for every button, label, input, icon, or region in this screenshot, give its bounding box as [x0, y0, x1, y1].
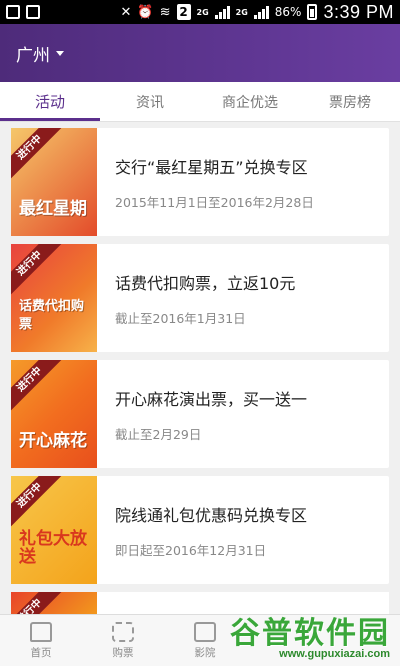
- app-header: 广州: [0, 24, 400, 82]
- clock: 3:39 PM: [323, 1, 394, 22]
- mute-icon: ✕: [120, 4, 132, 20]
- city-selector[interactable]: 广州: [16, 41, 64, 66]
- network-type-b: 2G: [235, 7, 248, 17]
- activity-thumbnail: 进行中 话费代扣购票: [11, 244, 97, 352]
- activity-date: 即日起至2016年12月31日: [115, 542, 267, 558]
- battery-percent: 86%: [274, 5, 302, 19]
- nav-label: 首页: [30, 646, 52, 659]
- signal-icon-a: [214, 5, 230, 19]
- signal-icon-b: [253, 5, 269, 19]
- status-badge: 进行中: [11, 244, 64, 298]
- alarm-icon: ⏰: [137, 4, 154, 20]
- list-item[interactable]: 进行中 最红星期 交行“最红星期五”兑换专区 2015年11月1日至2016年2…: [11, 128, 389, 236]
- status-badge: 进行中: [11, 128, 64, 182]
- thumbnail-caption: 最红星期: [19, 199, 87, 219]
- city-label: 广州: [16, 45, 50, 66]
- notification-icon: [6, 5, 20, 19]
- category-tabs: 活动 资讯 商企优选 票房榜: [0, 82, 400, 122]
- activity-title: 交行“最红星期五”兑换专区: [115, 157, 308, 177]
- wifi-icon: ≋: [159, 4, 171, 20]
- watermark-text: 谷普软件园: [230, 616, 390, 651]
- list-item[interactable]: 进行中 礼包大放送 院线通礼包优惠码兑换专区 即日起至2016年12月31日: [11, 476, 389, 584]
- nav-home[interactable]: 首页: [0, 615, 82, 666]
- list-item[interactable]: 进行中 话费代扣购票 话费代扣购票，立返10元 截止至2016年1月31日: [11, 244, 389, 352]
- watermark: 谷普软件园 www.gupuxiazai.com: [208, 608, 396, 662]
- tab-news[interactable]: 资讯: [100, 82, 200, 121]
- activity-date: 截止至2月29日: [115, 426, 202, 442]
- nav-label: 购票: [112, 646, 134, 659]
- home-icon: [30, 621, 52, 642]
- battery-icon: [307, 4, 318, 20]
- tab-box-office[interactable]: 票房榜: [300, 82, 400, 121]
- image-icon: [26, 5, 40, 19]
- chevron-down-icon: [56, 50, 64, 56]
- ticket-icon: [112, 621, 134, 642]
- status-bar: ✕ ⏰ ≋ 2 2G 2G 86% 3:39 PM: [0, 0, 400, 24]
- status-badge: 进行中: [11, 476, 64, 530]
- activity-list: 进行中 最红星期 交行“最红星期五”兑换专区 2015年11月1日至2016年2…: [0, 122, 400, 641]
- status-badge: 进行中: [11, 360, 64, 414]
- watermark-url: www.gupuxiazai.com: [279, 648, 390, 660]
- activity-date: 截止至2016年1月31日: [115, 310, 246, 326]
- tab-business-picks[interactable]: 商企优选: [200, 82, 300, 121]
- activity-date: 2015年11月1日至2016年2月28日: [115, 194, 314, 210]
- sim-indicator: 2: [176, 4, 191, 20]
- list-item[interactable]: 进行中 开心麻花 开心麻花演出票，买一送一 截止至2月29日: [11, 360, 389, 468]
- thumbnail-caption: 开心麻花: [19, 431, 87, 451]
- tab-activities[interactable]: 活动: [0, 82, 100, 121]
- activity-thumbnail: 进行中 礼包大放送: [11, 476, 97, 584]
- activity-title: 院线通礼包优惠码兑换专区: [115, 505, 308, 525]
- activity-title: 开心麻花演出票，买一送一: [115, 389, 308, 409]
- network-type-a: 2G: [196, 7, 209, 17]
- nav-tickets[interactable]: 购票: [82, 615, 164, 666]
- activity-thumbnail: 进行中 最红星期: [11, 128, 97, 236]
- activity-title: 话费代扣购票，立返10元: [115, 273, 296, 293]
- thumbnail-caption: 礼包大放送: [19, 529, 87, 567]
- thumbnail-caption: 话费代扣购票: [19, 299, 85, 332]
- activity-thumbnail: 进行中 开心麻花: [11, 360, 97, 468]
